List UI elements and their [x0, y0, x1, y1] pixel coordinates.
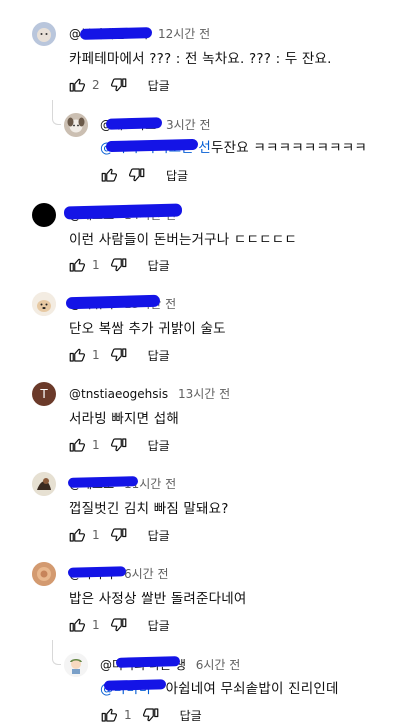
- reply-button[interactable]: 답글: [180, 707, 202, 724]
- redaction-scribble: [65, 294, 161, 310]
- character-avatar-icon[interactable]: [64, 653, 88, 677]
- reply-thread-line: [52, 640, 61, 665]
- comment-timestamp[interactable]: 3시간 전: [166, 118, 211, 132]
- like-icon[interactable]: [68, 616, 86, 634]
- comment-text: 단오 복쌈 추가 귀밝이 술도: [69, 321, 226, 337]
- comment-text: 서라빙 빠지면 섭해: [69, 411, 179, 427]
- dislike-icon[interactable]: [110, 526, 128, 544]
- dislike-icon[interactable]: [110, 436, 128, 454]
- reply-button[interactable]: 답글: [148, 257, 170, 274]
- reply-button[interactable]: 답글: [148, 77, 170, 94]
- comment-author[interactable]: @tnstiaeogehsis: [69, 387, 168, 401]
- dog-avatar-icon[interactable]: [32, 292, 56, 316]
- reply-thread-line: [52, 100, 61, 125]
- comment-timestamp[interactable]: 13시간 전: [178, 387, 230, 401]
- like-icon[interactable]: [68, 346, 86, 364]
- like-icon[interactable]: [100, 166, 118, 184]
- dislike-icon[interactable]: [142, 706, 160, 724]
- comment-timestamp[interactable]: 6시간 전: [124, 567, 169, 581]
- letter-t-avatar[interactable]: T: [32, 382, 56, 406]
- redaction-scribble: [79, 27, 153, 40]
- like-count: 1: [92, 618, 100, 632]
- like-count: 1: [92, 258, 100, 272]
- like-icon[interactable]: [68, 436, 86, 454]
- comment-text: 카페테마에서 ??? : 전 녹차요. ??? : 두 잔요.: [69, 51, 332, 67]
- like-icon[interactable]: [100, 706, 118, 724]
- comment-text: 밥은 사정상 쌀반 돌려준다네여: [69, 591, 247, 607]
- comment-timestamp[interactable]: 12시간 전: [158, 27, 210, 41]
- like-count: 1: [92, 348, 100, 362]
- redaction-scribble: [103, 679, 167, 691]
- like-count: 1: [124, 708, 132, 722]
- reply-button[interactable]: 답글: [148, 617, 170, 634]
- redaction-scribble: [67, 476, 139, 488]
- food-avatar-icon[interactable]: [32, 562, 56, 586]
- like-icon[interactable]: [68, 526, 86, 544]
- like-icon[interactable]: [68, 256, 86, 274]
- reply-button[interactable]: 답글: [148, 527, 170, 544]
- comment-text: 이런 사람들이 돈버는거구나 ㄷㄷㄷㄷㄷ: [69, 232, 298, 248]
- dislike-icon[interactable]: [110, 346, 128, 364]
- reply-button[interactable]: 답글: [148, 347, 170, 364]
- like-count: 1: [92, 528, 100, 542]
- like-count: 1: [92, 438, 100, 452]
- photo-avatar-icon[interactable]: [32, 472, 56, 496]
- dislike-icon[interactable]: [110, 616, 128, 634]
- dislike-icon[interactable]: [128, 166, 146, 184]
- dislike-icon[interactable]: [110, 256, 128, 274]
- reply-button[interactable]: 답글: [148, 437, 170, 454]
- redaction-scribble: [67, 566, 127, 578]
- cat-avatar-icon[interactable]: [32, 22, 56, 46]
- redaction-scribble: [115, 656, 181, 668]
- like-icon[interactable]: [68, 76, 86, 94]
- redaction-scribble: [105, 117, 163, 130]
- dislike-icon[interactable]: [110, 76, 128, 94]
- reply-button[interactable]: 답글: [166, 167, 188, 184]
- dog-avatar-icon[interactable]: [64, 113, 88, 137]
- like-count: 2: [92, 78, 100, 92]
- comment-timestamp[interactable]: 6시간 전: [196, 658, 241, 672]
- black-avatar-icon[interactable]: [32, 203, 56, 227]
- comment-text: 껍질벗긴 김치 빠짐 말돼요?: [69, 501, 229, 517]
